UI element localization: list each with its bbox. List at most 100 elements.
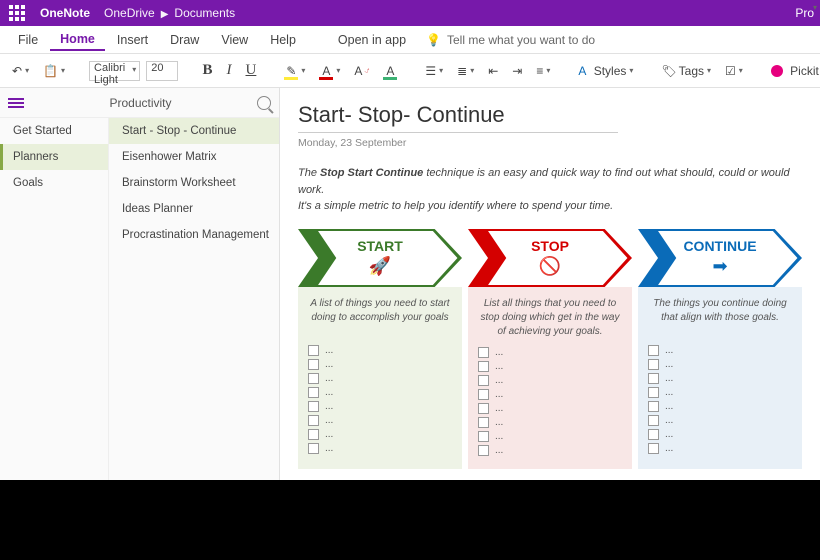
breadcrumb[interactable]: OneDrive▶Documents (104, 6, 235, 20)
checkbox-icon[interactable] (308, 401, 319, 412)
checkbox-icon[interactable] (648, 387, 659, 398)
tags-button[interactable]: 🏷 Tags▾ (657, 62, 715, 80)
checklist[interactable]: ........................ (298, 345, 462, 454)
checkbox-icon[interactable] (648, 373, 659, 384)
checklist-text[interactable]: ... (325, 345, 333, 356)
styles-button[interactable]: A Styles▾ (574, 62, 637, 80)
section-item[interactable]: Planners (0, 144, 108, 170)
menu-home[interactable]: Home (50, 28, 105, 51)
checkbox-icon[interactable] (648, 429, 659, 440)
numbering-button[interactable]: ≣▾ (453, 62, 478, 80)
checklist-text[interactable]: ... (325, 359, 333, 370)
checkbox-icon[interactable] (478, 445, 489, 456)
checkbox-icon[interactable] (308, 387, 319, 398)
checklist-row[interactable]: ... (648, 429, 792, 440)
checkbox-icon[interactable] (478, 389, 489, 400)
checklist-row[interactable]: ... (478, 347, 622, 358)
checklist-text[interactable]: ... (325, 387, 333, 398)
checklist-row[interactable]: ... (308, 345, 452, 356)
outdent-button[interactable]: ⇤ (484, 62, 502, 80)
page-item[interactable]: Start - Stop - Continue (109, 118, 279, 144)
menu-help[interactable]: Help (260, 29, 306, 51)
todo-tag-button[interactable]: ☑▾ (721, 62, 747, 80)
section-item[interactable]: Goals (0, 170, 108, 196)
checklist-row[interactable]: ... (308, 415, 452, 426)
format-painter-button[interactable]: A (379, 62, 401, 80)
checklist-text[interactable]: ... (495, 417, 503, 428)
intro-text[interactable]: The Stop Start Continue technique is an … (298, 165, 802, 215)
checklist-row[interactable]: ... (648, 373, 792, 384)
checklist-row[interactable]: ... (648, 401, 792, 412)
tell-me-search[interactable]: 💡Tell me what you want to do (426, 33, 595, 47)
checklist-text[interactable]: ... (665, 401, 673, 412)
checkbox-icon[interactable] (308, 345, 319, 356)
checklist-text[interactable]: ... (325, 373, 333, 384)
checklist-text[interactable]: ... (325, 443, 333, 454)
app-launcher-button[interactable] (0, 5, 34, 21)
bullets-button[interactable]: ☰▾ (421, 62, 447, 80)
search-icon[interactable] (257, 96, 271, 110)
checkbox-icon[interactable] (308, 373, 319, 384)
font-color-button[interactable]: A▾ (315, 62, 344, 80)
checklist-text[interactable]: ... (495, 375, 503, 386)
checkbox-icon[interactable] (478, 361, 489, 372)
undo-button[interactable]: ↶▾ (8, 62, 33, 80)
checklist-text[interactable]: ... (665, 359, 673, 370)
checklist[interactable]: ........................ (638, 345, 802, 454)
checklist-text[interactable]: ... (665, 415, 673, 426)
checklist-row[interactable]: ... (648, 415, 792, 426)
nav-toggle-button[interactable] (8, 98, 24, 108)
font-size-select[interactable]: 20▾ (146, 61, 178, 81)
checklist-text[interactable]: ... (495, 403, 503, 414)
checklist-text[interactable]: ... (325, 429, 333, 440)
underline-button[interactable]: U (242, 60, 261, 81)
page-canvas[interactable]: Start- Stop- Continue Monday, 23 Septemb… (280, 88, 820, 480)
checkbox-icon[interactable] (478, 403, 489, 414)
checkbox-icon[interactable] (648, 359, 659, 370)
page-item[interactable]: Ideas Planner (109, 196, 279, 222)
menu-insert[interactable]: Insert (107, 29, 158, 51)
menu-draw[interactable]: Draw (160, 29, 209, 51)
checklist-text[interactable]: ... (665, 443, 673, 454)
highlight-button[interactable]: ✎▾ (280, 62, 309, 80)
checklist-text[interactable]: ... (495, 389, 503, 400)
checklist-row[interactable]: ... (648, 443, 792, 454)
checkbox-icon[interactable] (648, 401, 659, 412)
checklist-text[interactable]: ... (495, 431, 503, 442)
page-title[interactable]: Start- Stop- Continue (298, 102, 618, 133)
menu-view[interactable]: View (211, 29, 258, 51)
checkbox-icon[interactable] (648, 443, 659, 454)
checkbox-icon[interactable] (478, 375, 489, 386)
clipboard-button[interactable]: 📋▾ (39, 62, 69, 80)
checklist-row[interactable]: ... (308, 401, 452, 412)
checklist-row[interactable]: ... (308, 373, 452, 384)
page-item[interactable]: Brainstorm Worksheet (109, 170, 279, 196)
checklist-row[interactable]: ... (648, 345, 792, 356)
checkbox-icon[interactable] (478, 347, 489, 358)
checklist-row[interactable]: ... (478, 431, 622, 442)
checkbox-icon[interactable] (308, 429, 319, 440)
clear-format-button[interactable]: A⍻ (350, 62, 373, 80)
checklist-text[interactable]: ... (495, 347, 503, 358)
notebook-title[interactable]: Productivity (24, 96, 257, 110)
checkbox-icon[interactable] (648, 345, 659, 356)
checklist-row[interactable]: ... (308, 443, 452, 454)
checklist-row[interactable]: ... (308, 429, 452, 440)
checkbox-icon[interactable] (308, 415, 319, 426)
checklist-text[interactable]: ... (495, 361, 503, 372)
open-in-app[interactable]: Open in app (328, 29, 416, 51)
page-item[interactable]: Eisenhower Matrix (109, 144, 279, 170)
checklist-text[interactable]: ... (325, 415, 333, 426)
align-button[interactable]: ≡▾ (532, 62, 554, 80)
checklist-text[interactable]: ... (665, 373, 673, 384)
font-family-select[interactable]: Calibri Light▾ (89, 61, 140, 81)
checklist[interactable]: ........................ (468, 347, 632, 456)
checklist-row[interactable]: ... (648, 387, 792, 398)
checklist-row[interactable]: ... (478, 361, 622, 372)
bold-button[interactable]: B (198, 60, 216, 81)
checklist-text[interactable]: ... (665, 429, 673, 440)
checklist-row[interactable]: ... (478, 417, 622, 428)
checkbox-icon[interactable] (308, 359, 319, 370)
checklist-text[interactable]: ... (665, 345, 673, 356)
checkbox-icon[interactable] (478, 431, 489, 442)
